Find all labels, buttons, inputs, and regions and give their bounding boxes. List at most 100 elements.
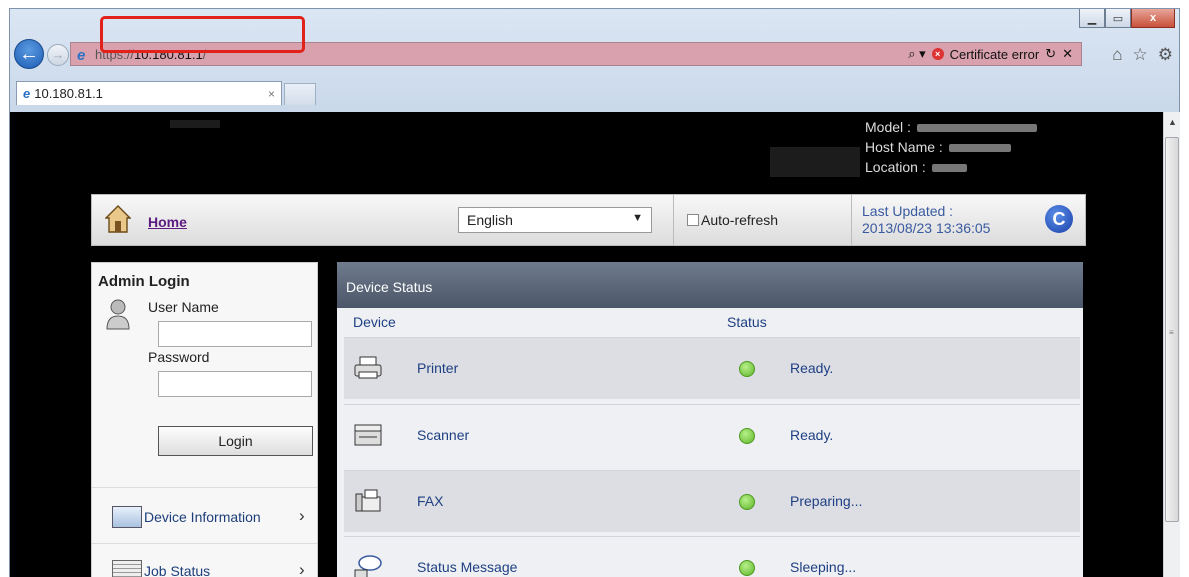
device-name: Scanner [417,427,470,443]
device-status: Ready. [790,427,834,443]
web-page: Model : Host Name : Location : Home Engl… [9,112,1163,577]
device-status: Ready. [790,360,834,376]
admin-login-title: Admin Login [98,273,190,290]
device-header: Model : Host Name : Location : [10,112,1163,192]
toolbar-divider [851,195,852,245]
top-toolbar: Home English ▼ Auto-refresh Last Updated… [91,194,1086,246]
location-label: Location : [865,159,926,175]
admin-sidebar: Admin Login User Name Password Login Dev… [91,262,318,577]
ie-logo-icon: e [77,47,86,64]
certificate-error-icon[interactable]: × [931,48,944,60]
favorites-star-icon[interactable]: ☆ [1133,45,1148,65]
fax-icon [355,489,381,512]
device-status: Preparing... [790,493,863,509]
chevron-right-icon[interactable]: › [299,560,305,577]
last-updated-label: Last Updated : [862,203,954,219]
location-value-redacted [931,164,967,173]
device-status: Sleeping... [790,559,857,575]
job-status-icon [112,560,142,577]
model-label: Model : [865,119,911,135]
sidebar-item-label: Device Information [144,509,261,525]
arrow-right-icon: → [51,47,65,62]
certificate-error-label[interactable]: Certificate error [950,47,1040,62]
last-updated: Last Updated : 2013/08/23 13:36:05 [862,203,990,237]
device-status-panel: Device Status Device Status Printer Read… [337,262,1083,577]
address-bar-actions: ⌕ ▾ × Certificate error ↻ ✕ [908,46,1073,62]
host-name-label: Host Name : [865,139,943,155]
last-updated-value: 2013/08/23 13:36:05 [862,220,991,236]
password-label: Password [148,349,210,365]
refresh-icon[interactable]: ↻ [1045,46,1056,62]
auto-refresh-toggle[interactable]: Auto-refresh [687,212,778,228]
search-icon[interactable]: ⌕ ▾ [908,46,925,62]
chevron-down-icon: ▼ [632,212,643,224]
language-select[interactable]: English ▼ [458,207,652,233]
device-status-title: Device Status [337,262,1083,308]
tab-close-icon[interactable]: × [268,87,275,101]
home-link[interactable]: Home [148,214,187,230]
user-icon [106,299,130,330]
back-button[interactable]: ← [14,39,44,69]
refresh-icon: C [1052,209,1066,229]
device-row-printer: Printer Ready. [344,337,1080,399]
model-row: Model : [865,117,1037,137]
window-controls: ▁ ▭ x [1079,9,1175,28]
host-row: Host Name : [865,137,1037,157]
toolbar-divider [673,195,674,245]
scanner-icon [354,424,382,446]
username-input[interactable] [158,321,312,347]
device-row-status-message: Status Message Sleeping... [344,536,1080,577]
language-value: English [467,212,513,228]
close-window-button[interactable]: x [1131,9,1175,28]
ie-tab-icon: e [23,86,31,101]
auto-refresh-checkbox[interactable] [687,214,699,226]
printer-icon [354,356,382,379]
status-dot-green [739,560,755,576]
status-dot-green [739,494,755,510]
scroll-grip-icon: ≡ [1169,328,1174,337]
tab-active[interactable]: e 10.180.81.1 × [16,81,282,105]
location-row: Location : [865,157,1037,177]
browser-tools: ⌂ ☆ ⚙ [1112,45,1173,65]
tab-title: 10.180.81.1 [34,86,103,101]
arrow-left-icon: ← [19,43,39,65]
header-decor [170,120,220,128]
scroll-up-icon[interactable]: ▲ [1168,117,1177,127]
column-header-device: Device [353,314,396,330]
device-row-scanner: Scanner Ready. [344,404,1080,466]
device-identity: Model : Host Name : Location : [865,117,1037,177]
username-label: User Name [148,299,219,315]
login-button[interactable]: Login [158,426,313,456]
password-input[interactable] [158,371,312,397]
sidebar-item-label: Job Status [144,563,211,577]
model-value-redacted [916,124,1037,133]
minimize-button[interactable]: ▁ [1079,9,1105,28]
host-value-redacted [948,144,1011,153]
vertical-scrollbar[interactable]: ▲ ≡ [1163,112,1180,577]
device-info-icon [112,506,142,528]
refresh-button[interactable]: C [1045,205,1073,233]
status-message-icon [354,555,382,577]
home-icon[interactable]: ⌂ [1112,45,1122,65]
scrollbar-thumb[interactable]: ≡ [1165,137,1179,522]
status-dot-green [739,428,755,444]
auto-refresh-label: Auto-refresh [701,212,779,228]
home-icon[interactable] [105,205,131,233]
device-name: FAX [417,493,444,509]
column-header-status: Status [727,314,767,330]
device-row-fax: FAX Preparing... [344,470,1080,532]
forward-button[interactable]: → [47,44,69,66]
maximize-button[interactable]: ▭ [1105,9,1131,28]
header-decor [770,147,860,177]
sidebar-item-job-status[interactable]: Job Status [112,560,210,577]
gear-icon[interactable]: ⚙ [1158,45,1173,65]
chevron-right-icon[interactable]: › [299,506,305,526]
sidebar-item-device-information[interactable]: Device Information [112,506,261,528]
new-tab-button[interactable] [284,83,316,105]
device-name: Status Message [417,559,518,575]
sidebar-divider [92,543,317,544]
address-highlight-box [100,16,305,53]
stop-icon[interactable]: ✕ [1062,46,1073,62]
status-dot-green [739,361,755,377]
device-name: Printer [417,360,459,376]
